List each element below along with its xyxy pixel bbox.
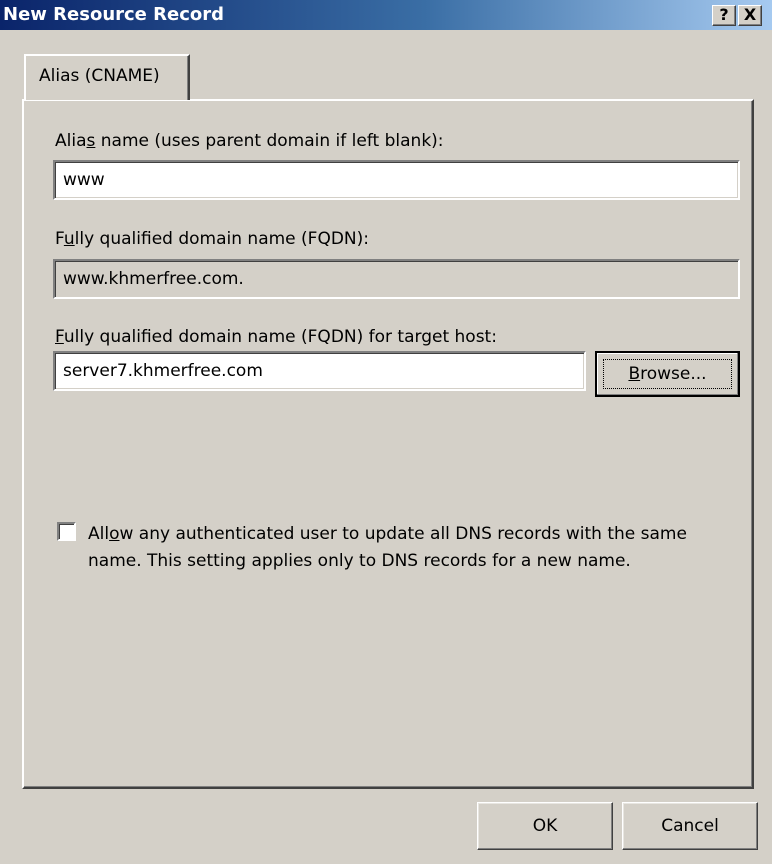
alias-name-value: www [63, 170, 105, 190]
ok-button[interactable]: OK [477, 802, 613, 850]
target-host-input[interactable]: server7.khmerfree.com [53, 351, 586, 391]
alias-name-label: Alias name (uses parent domain if left b… [55, 131, 444, 151]
target-host-value: server7.khmerfree.com [63, 361, 263, 381]
allow-update-checkbox[interactable] [57, 522, 76, 541]
allow-update-label: Allow any authenticated user to update a… [88, 524, 687, 571]
fqdn-field: www.khmerfree.com. [53, 259, 740, 299]
target-host-label: Fully qualified domain name (FQDN) for t… [55, 327, 497, 347]
alias-name-input[interactable]: www [53, 160, 740, 200]
tab-panel [22, 99, 754, 789]
tab-label: Alias (CNAME) [39, 66, 160, 86]
close-icon: X [743, 5, 757, 24]
fqdn-label: Fully qualified domain name (FQDN): [55, 229, 369, 249]
window-title: New Resource Record [3, 4, 225, 25]
cancel-label: Cancel [661, 816, 719, 836]
help-button[interactable]: ? [712, 5, 736, 26]
browse-button[interactable]: Browse... [595, 351, 740, 397]
cancel-button[interactable]: Cancel [622, 802, 758, 850]
new-resource-record-dialog: New Resource Record ? X Alias (CNAME) Al… [0, 0, 772, 864]
title-bar: New Resource Record ? X [0, 0, 772, 30]
fqdn-value: www.khmerfree.com. [63, 269, 244, 289]
ok-label: OK [532, 816, 558, 836]
help-icon: ? [719, 5, 729, 24]
close-button[interactable]: X [738, 5, 762, 26]
tab-alias-cname[interactable]: Alias (CNAME) [24, 54, 190, 100]
